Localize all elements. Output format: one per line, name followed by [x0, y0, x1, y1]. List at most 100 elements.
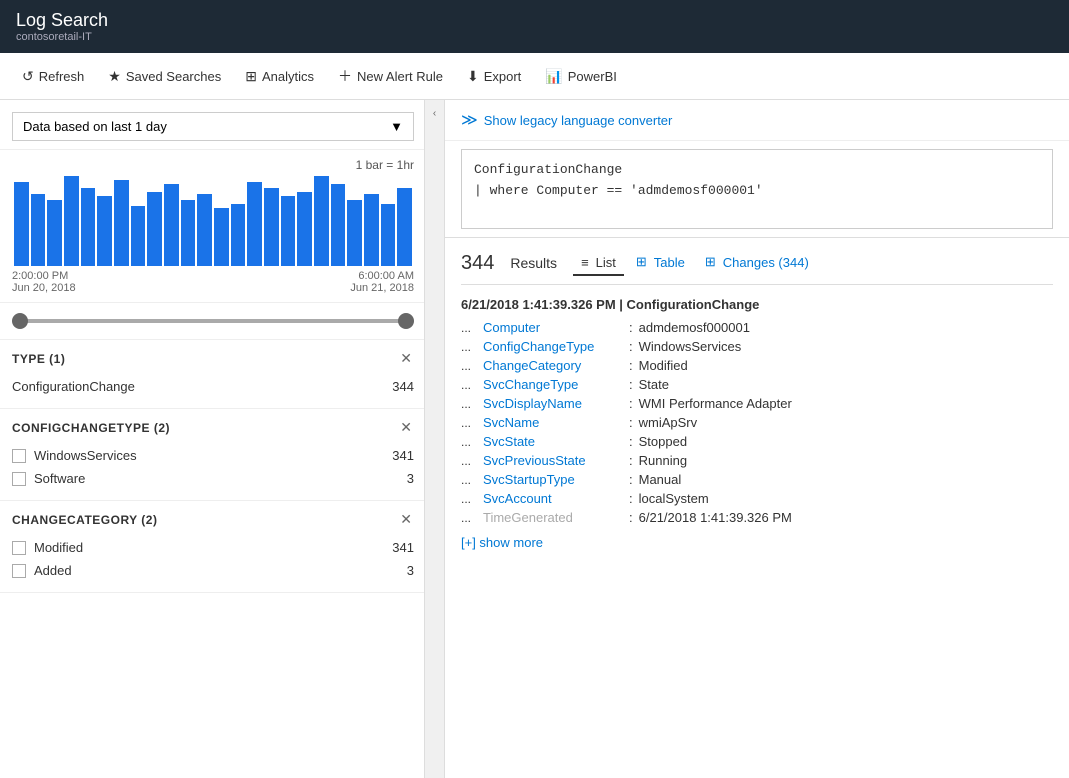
field-ellipsis: ...	[461, 416, 481, 430]
main-container: Data based on last 1 day ▼ 1 bar = 1hr 2…	[0, 100, 1069, 778]
filter-close-button[interactable]: ✕	[398, 350, 414, 367]
filter-close-button[interactable]: ✕	[398, 419, 414, 436]
field-name[interactable]: SvcState	[483, 434, 623, 449]
filter-item: Added 3	[12, 559, 414, 582]
chart-bar	[47, 200, 62, 266]
chart-bar	[97, 196, 112, 266]
filter-checkbox[interactable]	[12, 472, 26, 486]
tab-changes-(344)[interactable]: ⊞Changes (344)	[697, 250, 817, 276]
slider-track	[12, 319, 414, 323]
field-name[interactable]: SvcDisplayName	[483, 396, 623, 411]
result-field: ...SvcPreviousState:Running	[461, 451, 1053, 470]
legacy-converter-link[interactable]: ≫ Show legacy language converter	[461, 110, 1053, 130]
field-colon: :	[629, 472, 633, 487]
axis-right: 6:00:00 AMJun 21, 2018	[350, 270, 414, 294]
filter-item-name: Added	[34, 563, 72, 578]
chart-bar	[347, 200, 362, 266]
chart-bar	[264, 188, 279, 266]
field-value: Modified	[639, 358, 688, 373]
filter-checkbox[interactable]	[12, 449, 26, 463]
filter-item-left: Added	[12, 563, 72, 578]
legacy-section: ≫ Show legacy language converter	[445, 100, 1069, 141]
filter-checkbox[interactable]	[12, 541, 26, 555]
chart-bar	[331, 184, 346, 266]
collapse-panel-button[interactable]: ‹	[424, 100, 444, 778]
filter-item-left: Modified	[12, 540, 83, 555]
tab-list[interactable]: ≡List	[573, 250, 624, 276]
field-name[interactable]: SvcChangeType	[483, 377, 623, 392]
filter-title: CHANGECATEGORY (2)	[12, 513, 157, 527]
chart-bar	[64, 176, 79, 266]
field-value: Running	[639, 453, 687, 468]
filter-item-name: ConfigurationChange	[12, 379, 135, 394]
field-value: Stopped	[639, 434, 687, 449]
result-field: ...SvcChangeType:State	[461, 375, 1053, 394]
plus-icon: ＋	[338, 66, 352, 86]
chart-bar	[297, 192, 312, 266]
field-value: WindowsServices	[639, 339, 742, 354]
field-name[interactable]: SvcPreviousState	[483, 453, 623, 468]
export-button[interactable]: ⬇ Export	[457, 63, 531, 90]
field-ellipsis: ...	[461, 492, 481, 506]
field-colon: :	[629, 415, 633, 430]
field-value: Manual	[639, 472, 682, 487]
result-field: ...SvcStartupType:Manual	[461, 470, 1053, 489]
filter-container: TYPE (1)✕ConfigurationChange344CONFIGCHA…	[0, 340, 444, 593]
field-value: admdemosf000001	[639, 320, 750, 335]
results-label: Results	[510, 255, 557, 271]
field-ellipsis: ...	[461, 454, 481, 468]
show-more-link[interactable]: [+] show more	[461, 527, 1053, 558]
results-tabs: ≡List⊞Table⊞Changes (344)	[573, 250, 817, 276]
filter-checkbox[interactable]	[12, 564, 26, 578]
filter-item-left: ConfigurationChange	[12, 379, 135, 394]
filter-title: CONFIGCHANGETYPE (2)	[12, 421, 170, 435]
slider-thumb-left[interactable]	[12, 313, 28, 329]
toolbar: ↺ Refresh ★ Saved Searches ⊞ Analytics ＋…	[0, 53, 1069, 100]
filter-item-count: 3	[407, 563, 414, 578]
field-colon: :	[629, 510, 633, 525]
powerbi-button[interactable]: 📊 PowerBI	[535, 63, 627, 90]
field-ellipsis: ...	[461, 340, 481, 354]
result-field: ...SvcDisplayName:WMI Performance Adapte…	[461, 394, 1053, 413]
chevron-down-icon: ▼	[390, 119, 403, 134]
filter-item-name: WindowsServices	[34, 448, 137, 463]
time-dropdown[interactable]: Data based on last 1 day ▼	[12, 112, 414, 141]
refresh-icon: ↺	[22, 68, 34, 85]
filter-header: TYPE (1)✕	[12, 350, 414, 367]
refresh-button[interactable]: ↺ Refresh	[12, 63, 94, 90]
result-field: ...SvcAccount:localSystem	[461, 489, 1053, 508]
field-name: TimeGenerated	[483, 510, 623, 525]
analytics-button[interactable]: ⊞ Analytics	[235, 63, 324, 90]
filter-item: Modified341	[12, 536, 414, 559]
results-section: 344 Results ≡List⊞Table⊞Changes (344) 6/…	[445, 238, 1069, 558]
saved-searches-button[interactable]: ★ Saved Searches	[98, 63, 231, 90]
field-name[interactable]: SvcAccount	[483, 491, 623, 506]
app-title: Log Search	[16, 10, 1053, 31]
result-entry: 6/21/2018 1:41:39.326 PM | Configuration…	[461, 297, 1053, 558]
filter-item-name: Modified	[34, 540, 83, 555]
field-ellipsis: ...	[461, 359, 481, 373]
time-filter-section: Data based on last 1 day ▼	[0, 100, 444, 150]
slider-thumb-right[interactable]	[398, 313, 414, 329]
field-ellipsis: ...	[461, 511, 481, 525]
chart-bar	[397, 188, 412, 266]
chart-bar	[164, 184, 179, 266]
filter-section: TYPE (1)✕ConfigurationChange344	[0, 340, 444, 409]
field-name[interactable]: SvcName	[483, 415, 623, 430]
results-count: 344	[461, 252, 494, 275]
filter-item-count: 3	[407, 471, 414, 486]
field-name[interactable]: SvcStartupType	[483, 472, 623, 487]
bar-chart	[12, 176, 414, 266]
field-colon: :	[629, 320, 633, 335]
field-name[interactable]: ConfigChangeType	[483, 339, 623, 354]
tab-table[interactable]: ⊞Table	[628, 250, 693, 276]
field-name[interactable]: ChangeCategory	[483, 358, 623, 373]
query-editor[interactable]: ConfigurationChange | where Computer == …	[461, 149, 1053, 229]
right-panel: ≫ Show legacy language converter Configu…	[445, 100, 1069, 778]
filter-close-button[interactable]: ✕	[398, 511, 414, 528]
new-alert-button[interactable]: ＋ New Alert Rule	[328, 61, 453, 91]
field-name[interactable]: Computer	[483, 320, 623, 335]
filter-item-left: WindowsServices	[12, 448, 137, 463]
axis-left: 2:00:00 PMJun 20, 2018	[12, 270, 76, 294]
field-ellipsis: ...	[461, 397, 481, 411]
